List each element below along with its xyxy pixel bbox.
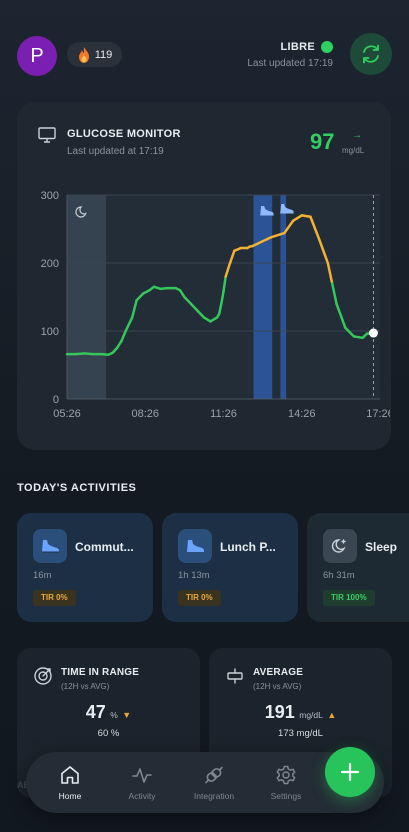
nav-activity[interactable]: Activity xyxy=(106,752,178,813)
glucose-line-segment xyxy=(83,352,95,356)
nav-label: Home xyxy=(58,791,82,801)
home-icon xyxy=(61,766,79,784)
y-tick-label: 0 xyxy=(53,394,59,406)
glucose-last-updated: Last updated at 17:19 xyxy=(67,146,164,157)
connected-status-dot xyxy=(321,41,333,53)
stat-main-value: 191 mg/dL ▲ xyxy=(209,702,392,723)
activity-name: Lunch P... xyxy=(220,540,276,554)
activity-duration: 1h 13m xyxy=(178,570,210,581)
tir-badge: TIR 0% xyxy=(33,590,76,606)
nav-integration[interactable]: Integration xyxy=(178,752,250,813)
stat-value: 47 xyxy=(85,702,106,722)
activity-duration: 16m xyxy=(33,570,52,581)
sync-icon xyxy=(363,44,379,64)
stat-subtitle: (12H vs AVG) xyxy=(61,682,110,691)
device-name: LIBRE xyxy=(280,41,315,53)
stat-subtitle: (12H vs AVG) xyxy=(253,682,302,691)
current-value-point xyxy=(368,328,378,338)
trend-arrow-icon: → xyxy=(352,130,362,141)
glucose-line-segment xyxy=(300,214,312,219)
activity-name: Commut... xyxy=(75,540,134,554)
activity-region-commute xyxy=(253,195,273,399)
plug-icon xyxy=(205,766,223,784)
stat-secondary-value: 60 % xyxy=(97,728,120,739)
activity-card-lunch[interactable]: Lunch P... 1h 13m TIR 0% xyxy=(162,513,298,622)
activity-region-sleep xyxy=(67,195,107,399)
trend-down-icon: ▼ xyxy=(122,710,132,720)
y-tick-label: 100 xyxy=(41,326,59,338)
glucose-line-segment xyxy=(352,335,364,340)
pulse-icon xyxy=(132,768,152,783)
x-tick-label: 05:26 xyxy=(53,408,81,420)
stat-secondary-value: 173 mg/dL xyxy=(278,728,323,739)
stat-title: AVERAGE xyxy=(253,667,304,678)
glucose-monitor-title: GLUCOSE MONITOR xyxy=(67,128,181,140)
tir-badge: TIR 100% xyxy=(323,590,375,606)
activities-section-title: TODAY'S ACTIVITIES xyxy=(17,482,137,494)
nav-label: Integration xyxy=(193,791,235,801)
shoe-icon xyxy=(178,529,212,563)
activity-duration: 6h 31m xyxy=(323,570,355,581)
device-last-updated: Last updated 17:19 xyxy=(247,58,333,69)
stat-title: TIME IN RANGE xyxy=(61,667,140,678)
x-tick-label: 17:26 xyxy=(366,408,390,420)
avatar[interactable]: P xyxy=(17,36,57,76)
nav-label: Activity xyxy=(128,791,156,801)
sync-button[interactable] xyxy=(350,33,392,75)
trend-up-icon: ▲ xyxy=(327,710,337,720)
y-tick-label: 300 xyxy=(41,190,59,202)
add-button[interactable] xyxy=(325,747,375,797)
activity-region-lunch xyxy=(280,195,287,399)
target-icon xyxy=(34,667,52,685)
streak-badge[interactable]: 119 xyxy=(67,42,122,67)
y-tick-label: 200 xyxy=(41,258,59,270)
streak-count: 119 xyxy=(94,48,113,61)
gear-icon xyxy=(276,765,296,785)
stat-unit: % xyxy=(110,710,118,720)
glucose-chart[interactable]: 300 200 100 0 05:26 08:26 11:26 14:26 17:26 xyxy=(30,185,390,425)
glucose-value: 97 xyxy=(310,129,335,154)
nav-label: Settings xyxy=(270,791,302,801)
nav-settings[interactable]: Settings xyxy=(250,752,322,813)
nav-home[interactable]: Home xyxy=(34,752,106,813)
x-tick-label: 08:26 xyxy=(131,408,159,420)
flame-icon xyxy=(78,46,89,63)
tir-badge: TIR 0% xyxy=(178,590,221,606)
moon-icon xyxy=(323,529,357,563)
plus-icon xyxy=(340,762,360,782)
stat-value: 191 xyxy=(264,702,295,722)
stat-main-value: 47 % ▼ xyxy=(17,702,200,723)
activity-card-commute[interactable]: Commut... 16m TIR 0% xyxy=(17,513,153,622)
device-status: LIBRE xyxy=(280,41,333,53)
activity-card-sleep[interactable]: Sleep 6h 31m TIR 100% xyxy=(307,513,409,622)
stat-unit: mg/dL xyxy=(299,710,323,720)
x-tick-label: 14:26 xyxy=(288,408,316,420)
glucose-line-segment xyxy=(74,352,86,356)
monitor-icon xyxy=(38,127,56,143)
activity-name: Sleep xyxy=(365,540,398,554)
average-icon xyxy=(227,668,243,684)
x-tick-label: 11:26 xyxy=(210,408,237,420)
glucose-unit: mg/dL xyxy=(342,146,365,155)
shoe-icon xyxy=(33,529,67,563)
